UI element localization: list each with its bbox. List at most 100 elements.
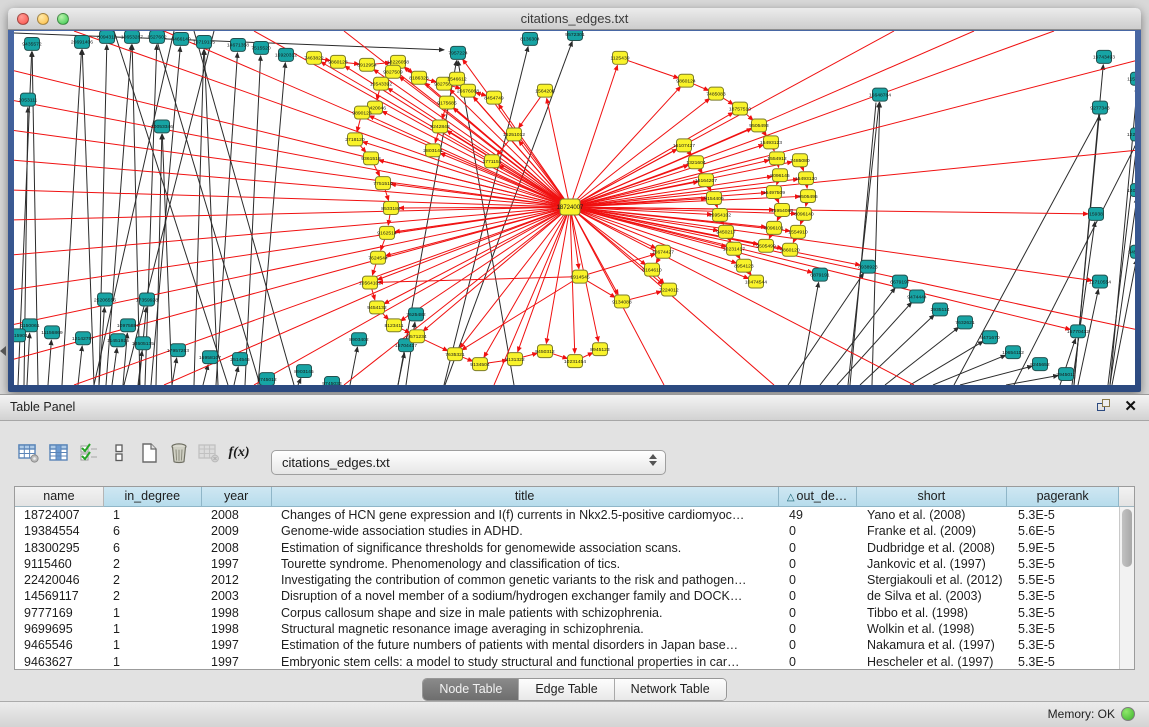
table-row[interactable]: 1938455462009Genome-wide association stu… bbox=[15, 523, 1134, 539]
table-cell[interactable]: 1 bbox=[104, 637, 202, 653]
table-cell[interactable]: 18300295 bbox=[15, 540, 104, 556]
table-cell[interactable]: 1 bbox=[104, 621, 202, 637]
table-cell[interactable]: 5.6E-5 bbox=[1009, 523, 1121, 539]
graph-edge[interactable] bbox=[398, 353, 404, 385]
graph-edge[interactable] bbox=[570, 150, 1135, 207]
graph-edge[interactable] bbox=[14, 207, 570, 359]
table-cell[interactable]: 0 bbox=[780, 605, 858, 621]
table-cell[interactable]: 1 bbox=[104, 605, 202, 621]
column-header-short[interactable]: short bbox=[857, 487, 1008, 507]
zoom-window-button[interactable] bbox=[57, 13, 69, 25]
table-cell[interactable]: 5.3E-5 bbox=[1009, 507, 1121, 523]
table-cell[interactable]: 1 bbox=[104, 654, 202, 670]
table-cell[interactable]: 1997 bbox=[202, 637, 272, 653]
table-cell[interactable]: Estimation of the future numbers of pati… bbox=[272, 637, 780, 653]
table-cell[interactable]: Stergiakouli et al. (2012) bbox=[858, 572, 1009, 588]
graph-edge[interactable] bbox=[860, 315, 934, 385]
select-columns-icon[interactable] bbox=[74, 438, 104, 468]
graph-edge[interactable] bbox=[27, 333, 30, 385]
table-cell[interactable]: Embryonic stem cells: a model to study s… bbox=[272, 654, 780, 670]
table-cell[interactable]: 22420046 bbox=[15, 572, 104, 588]
table-cell[interactable]: Jankovic et al. (1997) bbox=[858, 556, 1009, 572]
table-cell[interactable]: 5.3E-5 bbox=[1009, 621, 1121, 637]
table-cell[interactable]: 0 bbox=[780, 540, 858, 556]
table-cell[interactable]: 0 bbox=[780, 637, 858, 653]
graph-edge[interactable] bbox=[933, 355, 1006, 385]
table-cell[interactable]: 9699695 bbox=[15, 621, 104, 637]
graph-edge[interactable] bbox=[258, 63, 285, 385]
table-cell[interactable]: Franke et al. (2009) bbox=[858, 523, 1009, 539]
column-visibility-icon[interactable] bbox=[44, 438, 74, 468]
table-row[interactable]: 911546021997Tourette syndrome. Phenomeno… bbox=[15, 556, 1134, 572]
graph-edge[interactable] bbox=[14, 207, 570, 255]
function-builder-icon[interactable]: f(x) bbox=[224, 438, 254, 468]
table-row[interactable]: 1456911722003Disruption of a novel membe… bbox=[15, 588, 1134, 604]
graph-edge[interactable] bbox=[1110, 198, 1135, 385]
new-table-icon[interactable] bbox=[134, 438, 164, 468]
table-cell[interactable]: Structural magnetic resonance image aver… bbox=[272, 621, 780, 637]
graph-edge[interactable] bbox=[363, 142, 570, 207]
table-cell[interactable]: Genome-wide association studies in ADHD. bbox=[272, 523, 780, 539]
column-header-out_de[interactable]: △out_de… bbox=[779, 487, 857, 507]
column-header-in_degree[interactable]: in_degree bbox=[104, 487, 202, 507]
graph-edge[interactable] bbox=[1014, 140, 1135, 385]
table-cell[interactable]: 0 bbox=[780, 556, 858, 572]
table-cell[interactable]: 0 bbox=[780, 572, 858, 588]
column-header-name[interactable]: name bbox=[15, 487, 104, 507]
table-vertical-scrollbar[interactable] bbox=[1119, 507, 1134, 669]
graph-edge[interactable] bbox=[473, 97, 570, 207]
graph-edge[interactable] bbox=[885, 327, 959, 385]
table-cell[interactable]: 0 bbox=[780, 654, 858, 670]
table-cell[interactable]: 0 bbox=[780, 588, 858, 604]
table-cell[interactable]: 18724007 bbox=[15, 507, 104, 523]
table-cell[interactable]: Wolkin et al. (1998) bbox=[858, 621, 1009, 637]
graph-edge[interactable] bbox=[570, 65, 617, 207]
graph-edge[interactable] bbox=[194, 50, 204, 385]
table-cell[interactable]: 0 bbox=[780, 621, 858, 637]
table-cell[interactable]: Hescheler et al. (1997) bbox=[858, 654, 1009, 670]
table-row[interactable]: 2242004622012Investigating the contribut… bbox=[15, 572, 1134, 588]
table-cell[interactable]: 5.3E-5 bbox=[1009, 637, 1121, 653]
close-panel-icon[interactable]: ✕ bbox=[1124, 399, 1137, 414]
graph-edge[interactable] bbox=[124, 31, 214, 385]
column-header-title[interactable]: title bbox=[272, 487, 779, 507]
table-cell[interactable]: 2008 bbox=[202, 540, 272, 556]
table-cell[interactable]: 0 bbox=[780, 523, 858, 539]
table-cell[interactable]: Investigating the contribution of common… bbox=[272, 572, 780, 588]
table-cell[interactable]: 9465546 bbox=[15, 637, 104, 653]
network-window[interactable]: citations_edges.txt 94355722069140680943… bbox=[8, 8, 1141, 392]
table-cell[interactable]: 2 bbox=[104, 588, 202, 604]
table-cell[interactable]: Corpus callosum shape and size in male p… bbox=[272, 605, 780, 621]
table-row[interactable]: 977716911998Corpus callosum shape and si… bbox=[15, 605, 1134, 621]
graph-edge[interactable] bbox=[132, 45, 140, 385]
network-canvas[interactable]: 9435572206914068094312106532871527602646… bbox=[14, 31, 1135, 385]
table-cell[interactable]: 1998 bbox=[202, 605, 272, 621]
table-cell[interactable]: 1 bbox=[104, 507, 202, 523]
graph-edge[interactable] bbox=[14, 101, 570, 207]
graph-edge[interactable] bbox=[78, 346, 82, 385]
table-cell[interactable]: Estimation of significance thresholds fo… bbox=[272, 540, 780, 556]
table-cell[interactable]: 2 bbox=[104, 556, 202, 572]
table-cell[interactable]: 5.9E-5 bbox=[1009, 540, 1121, 556]
graph-edge[interactable] bbox=[462, 277, 580, 350]
table-cell[interactable]: Changes of HCN gene expression and I(f) … bbox=[272, 507, 780, 523]
table-cell[interactable]: 6 bbox=[104, 523, 202, 539]
table-row[interactable]: 946554611997Estimation of the future num… bbox=[15, 637, 1134, 653]
table-row[interactable]: 1872400712008Changes of HCN gene express… bbox=[15, 507, 1134, 523]
table-cell[interactable]: 2009 bbox=[202, 523, 272, 539]
graph-edge[interactable] bbox=[450, 89, 570, 207]
memory-led-icon[interactable] bbox=[1121, 707, 1135, 721]
table-row[interactable]: 946362711997Embryonic stem cells: a mode… bbox=[15, 654, 1134, 670]
table-cell[interactable]: de Silva et al. (2003) bbox=[858, 588, 1009, 604]
table-cell[interactable]: 1998 bbox=[202, 621, 272, 637]
graph-edge[interactable] bbox=[14, 190, 570, 207]
table-cell[interactable]: 2 bbox=[104, 572, 202, 588]
minimize-window-button[interactable] bbox=[37, 13, 49, 25]
graph-edge[interactable] bbox=[1006, 375, 1058, 385]
table-cell[interactable]: 1997 bbox=[202, 556, 272, 572]
table-cell[interactable]: 2008 bbox=[202, 507, 272, 523]
table-cell[interactable]: 14569117 bbox=[15, 588, 104, 604]
table-cell[interactable]: 5.3E-5 bbox=[1009, 588, 1121, 604]
table-cell[interactable]: Disruption of a novel member of a sodium… bbox=[272, 588, 780, 604]
graph-edge[interactable] bbox=[570, 207, 812, 273]
